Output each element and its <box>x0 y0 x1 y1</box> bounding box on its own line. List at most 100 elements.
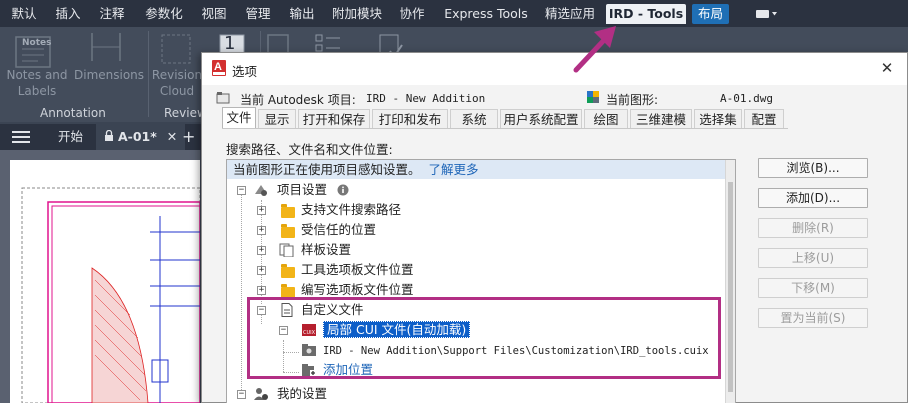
close-icon[interactable]: ✕ <box>167 129 177 144</box>
tree-node-support-paths[interactable]: 支持文件搜索路径 <box>301 201 401 219</box>
search-paths-label: 搜索路径、文件名和文件位置: <box>226 142 393 157</box>
drawing-canvas[interactable] <box>0 150 200 403</box>
expand-toggle[interactable]: + <box>257 226 266 235</box>
ribbon-tab-parametric[interactable]: 参数化 <box>138 4 190 24</box>
new-tab-icon[interactable]: + <box>182 124 195 150</box>
expand-toggle[interactable]: + <box>257 286 266 295</box>
tree-node-add-location[interactable]: 添加位置 <box>323 361 373 379</box>
panel-separator <box>148 31 149 117</box>
tree-node-custom-files[interactable]: 自定义文件 <box>301 301 364 319</box>
browse-button[interactable]: 浏览(B)... <box>758 158 868 178</box>
collapse-toggle[interactable]: − <box>237 390 246 399</box>
panel-label-annotation: Annotation <box>40 106 106 120</box>
notice-text: 当前图形正在使用项目感知设置。 <box>233 162 421 177</box>
dimensions-icon <box>91 33 121 61</box>
ribbon-tab-view[interactable]: 视图 <box>196 4 232 24</box>
drawing-content <box>10 160 200 403</box>
ribbon-tab-addins[interactable]: 附加模块 <box>328 4 386 24</box>
tree-node-tool-palettes[interactable]: 工具选项板文件位置 <box>301 261 414 279</box>
tree-node-template-settings[interactable]: 样板设置 <box>301 241 351 259</box>
tree-line <box>283 372 299 373</box>
tree-scrollbar[interactable] <box>725 160 735 403</box>
current-project-value: IRD - New Addition <box>366 92 486 105</box>
tab-3d-modeling[interactable]: 三维建模 <box>630 109 692 129</box>
scrollbar-thumb[interactable] <box>728 182 733 392</box>
folder-icon <box>281 224 295 238</box>
collapse-toggle[interactable]: − <box>257 306 266 315</box>
ribbon-tab-layout[interactable]: 布局 <box>692 4 730 24</box>
tree-line <box>241 194 242 392</box>
tree-node-local-cui[interactable]: 局部 CUI 文件(自动加载) <box>323 321 471 339</box>
hamburger-menu-icon[interactable] <box>12 130 32 144</box>
expand-toggle[interactable]: + <box>257 246 266 255</box>
tab-drawing[interactable]: A-01* ✕ <box>96 124 186 150</box>
tab-files[interactable]: 文件 <box>222 107 256 129</box>
ribbon-overflow-icon[interactable] <box>756 8 778 20</box>
move-down-button[interactable]: 下移(M) <box>758 278 868 298</box>
set-current-button[interactable]: 置为当前(S) <box>758 308 868 328</box>
dialog-titlebar[interactable]: A 选项 ✕ <box>202 53 907 85</box>
user-settings-icon <box>254 388 268 400</box>
ribbon-tab-bar: 默认 插入 注释 参数化 视图 管理 输出 附加模块 协作 Express To… <box>0 0 908 27</box>
tree-node-cui-path[interactable]: IRD - New Addition\Support Files\Customi… <box>323 341 709 359</box>
ribbon-tab-collaborate[interactable]: 协作 <box>394 4 430 24</box>
ribbon-tab-home[interactable]: 默认 <box>6 4 42 24</box>
cuix-file-icon: CUIX <box>302 324 316 336</box>
ribbon-tab-output[interactable]: 输出 <box>284 4 320 24</box>
lock-icon <box>105 129 113 141</box>
project-settings-icon <box>255 185 267 196</box>
options-dialog: A 选项 ✕ 当前 Autodesk 项目: IRD - New Additio… <box>201 52 908 403</box>
folder-icon <box>281 264 295 278</box>
learn-more-link[interactable]: 了解更多 <box>429 162 479 177</box>
dialog-close-button[interactable]: ✕ <box>877 58 897 78</box>
tab-underline <box>222 128 788 129</box>
collapse-toggle[interactable]: − <box>237 186 246 195</box>
file-locations-tree[interactable]: 当前图形正在使用项目感知设置。 了解更多 − 项目设置 + 支持文件搜索路径 + … <box>226 159 736 403</box>
collapse-toggle[interactable]: − <box>279 326 288 335</box>
tree-node-authoring-palettes[interactable]: 编写选项板文件位置 <box>301 281 414 299</box>
tab-plot-publish[interactable]: 打印和发布 <box>372 109 448 129</box>
tab-start[interactable]: 开始 <box>58 124 83 150</box>
add-folder-icon <box>302 364 316 376</box>
ribbon-tab-manage[interactable]: 管理 <box>240 4 276 24</box>
current-project-label: 当前 Autodesk 项目: <box>240 93 356 107</box>
tree-node-my-settings[interactable]: 我的设置 <box>277 385 327 403</box>
tab-drawing-label: A-01* <box>117 129 157 144</box>
project-icon <box>216 92 230 104</box>
revision-cloud-button[interactable]: Revision Cloud <box>150 67 204 99</box>
node-label: 添加位置 <box>323 362 374 377</box>
tab-open-save[interactable]: 打开和保存 <box>298 109 370 129</box>
info-icon[interactable] <box>337 184 349 196</box>
tree-line <box>283 340 284 372</box>
revision-cloud-icon <box>161 34 191 64</box>
tab-display[interactable]: 显示 <box>258 109 296 129</box>
project-aware-notice: 当前图形正在使用项目感知设置。 了解更多 <box>227 160 725 179</box>
template-icon <box>279 243 294 257</box>
tab-drafting[interactable]: 绘图 <box>584 109 628 129</box>
svg-text:CUIX: CUIX <box>303 330 316 336</box>
tab-selection[interactable]: 选择集 <box>694 109 742 129</box>
notes-and-labels-button[interactable]: Notes and Labels <box>4 67 70 99</box>
add-button[interactable]: 添加(D)... <box>758 188 868 208</box>
expand-toggle[interactable]: + <box>257 206 266 215</box>
tab-profiles[interactable]: 配置 <box>744 109 784 129</box>
expand-toggle[interactable]: + <box>257 266 266 275</box>
dimensions-button[interactable]: Dimensions <box>74 67 144 83</box>
custom-file-icon <box>281 303 293 317</box>
ribbon-tab-insert[interactable]: 插入 <box>50 4 86 24</box>
ribbon-tab-annotate[interactable]: 注释 <box>94 4 130 24</box>
dialog-tab-bar: 文件 显示 打开和保存 打印和发布 系统 用户系统配置 绘图 三维建模 选择集 … <box>222 107 784 129</box>
current-drawing-label: 当前图形: <box>606 93 659 107</box>
tree-node-trusted-locations[interactable]: 受信任的位置 <box>301 221 376 239</box>
remove-button[interactable]: 删除(R) <box>758 218 868 238</box>
tree-node-project-settings[interactable]: 项目设置 <box>277 181 349 199</box>
folder-icon <box>281 284 295 298</box>
node-label: 项目设置 <box>277 182 328 197</box>
folder-gear-icon <box>302 344 316 356</box>
move-up-button[interactable]: 上移(U) <box>758 248 868 268</box>
tree-line <box>283 352 299 353</box>
tab-user-preferences[interactable]: 用户系统配置 <box>500 109 582 129</box>
ribbon-tab-express-tools[interactable]: Express Tools <box>440 4 532 24</box>
tree-line <box>261 314 262 324</box>
tab-system[interactable]: 系统 <box>450 109 498 129</box>
